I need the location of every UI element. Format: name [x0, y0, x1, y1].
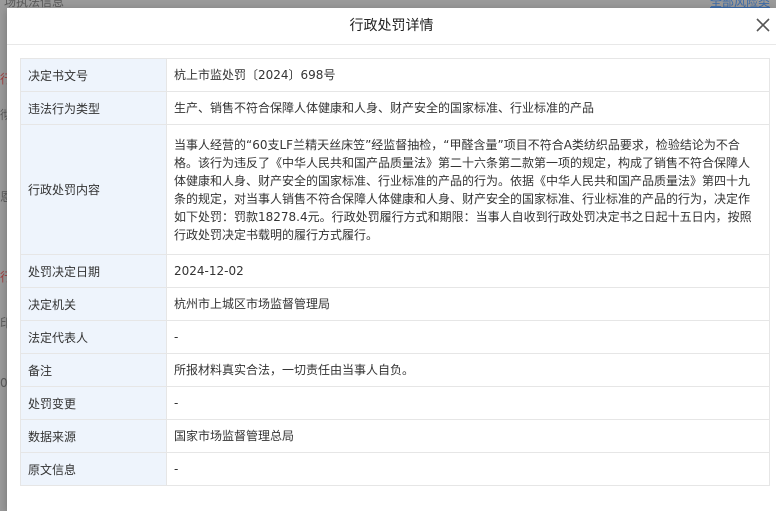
label-penalty-change: 处罚变更 — [20, 386, 167, 420]
row-remarks: 备注 所报材料真实合法，一切责任由当事人自负。 — [20, 353, 770, 387]
label-legal-rep: 法定代表人 — [20, 320, 167, 354]
value-original-info: - — [166, 452, 770, 486]
value-penalty-change: - — [166, 386, 770, 420]
label-data-source: 数据来源 — [20, 419, 167, 453]
value-doc-number: 杭上市监处罚〔2024〕698号 — [166, 58, 770, 92]
label-decision-date: 处罚决定日期 — [20, 254, 167, 288]
value-authority: 杭州市上城区市场监督管理局 — [166, 287, 770, 321]
label-violation-type: 违法行为类型 — [20, 91, 167, 125]
row-penalty-content: 行政处罚内容 当事人经营的“60支LF兰精天丝床笠”经监督抽检，“甲醛含量”项目… — [20, 124, 770, 255]
row-doc-number: 决定书文号 杭上市监处罚〔2024〕698号 — [20, 58, 770, 92]
value-penalty-content: 当事人经营的“60支LF兰精天丝床笠”经监督抽检，“甲醛含量”项目不符合A类纺织… — [166, 124, 770, 255]
value-decision-date: 2024-12-02 — [166, 254, 770, 288]
row-authority: 决定机关 杭州市上城区市场监督管理局 — [20, 287, 770, 321]
label-authority: 决定机关 — [20, 287, 167, 321]
label-remarks: 备注 — [20, 353, 167, 387]
row-data-source: 数据来源 国家市场监督管理总局 — [20, 419, 770, 453]
close-button[interactable] — [754, 16, 772, 34]
close-icon — [756, 18, 770, 32]
modal-header: 行政处罚详情 — [7, 8, 776, 45]
label-penalty-content: 行政处罚内容 — [20, 124, 167, 255]
value-data-source: 国家市场监督管理总局 — [166, 419, 770, 453]
label-doc-number: 决定书文号 — [20, 58, 167, 92]
modal-title: 行政处罚详情 — [349, 18, 434, 34]
row-violation-type: 违法行为类型 生产、销售不符合保障人体健康和人身、财产安全的国家标准、行业标准的… — [20, 91, 770, 125]
value-legal-rep: - — [166, 320, 770, 354]
value-remarks: 所报材料真实合法，一切责任由当事人自负。 — [166, 353, 770, 387]
row-decision-date: 处罚决定日期 2024-12-02 — [20, 254, 770, 288]
row-original-info: 原文信息 - — [20, 452, 770, 486]
value-violation-type: 生产、销售不符合保障人体健康和人身、财产安全的国家标准、行业标准的产品 — [166, 91, 770, 125]
penalty-detail-modal: 行政处罚详情 决定书文号 杭上市监处罚〔2024〕698号 违法行为类型 生产、… — [7, 8, 776, 511]
penalty-detail-table: 决定书文号 杭上市监处罚〔2024〕698号 违法行为类型 生产、销售不符合保障… — [20, 58, 770, 486]
label-original-info: 原文信息 — [20, 452, 167, 486]
row-penalty-change: 处罚变更 - — [20, 386, 770, 420]
row-legal-rep: 法定代表人 - — [20, 320, 770, 354]
